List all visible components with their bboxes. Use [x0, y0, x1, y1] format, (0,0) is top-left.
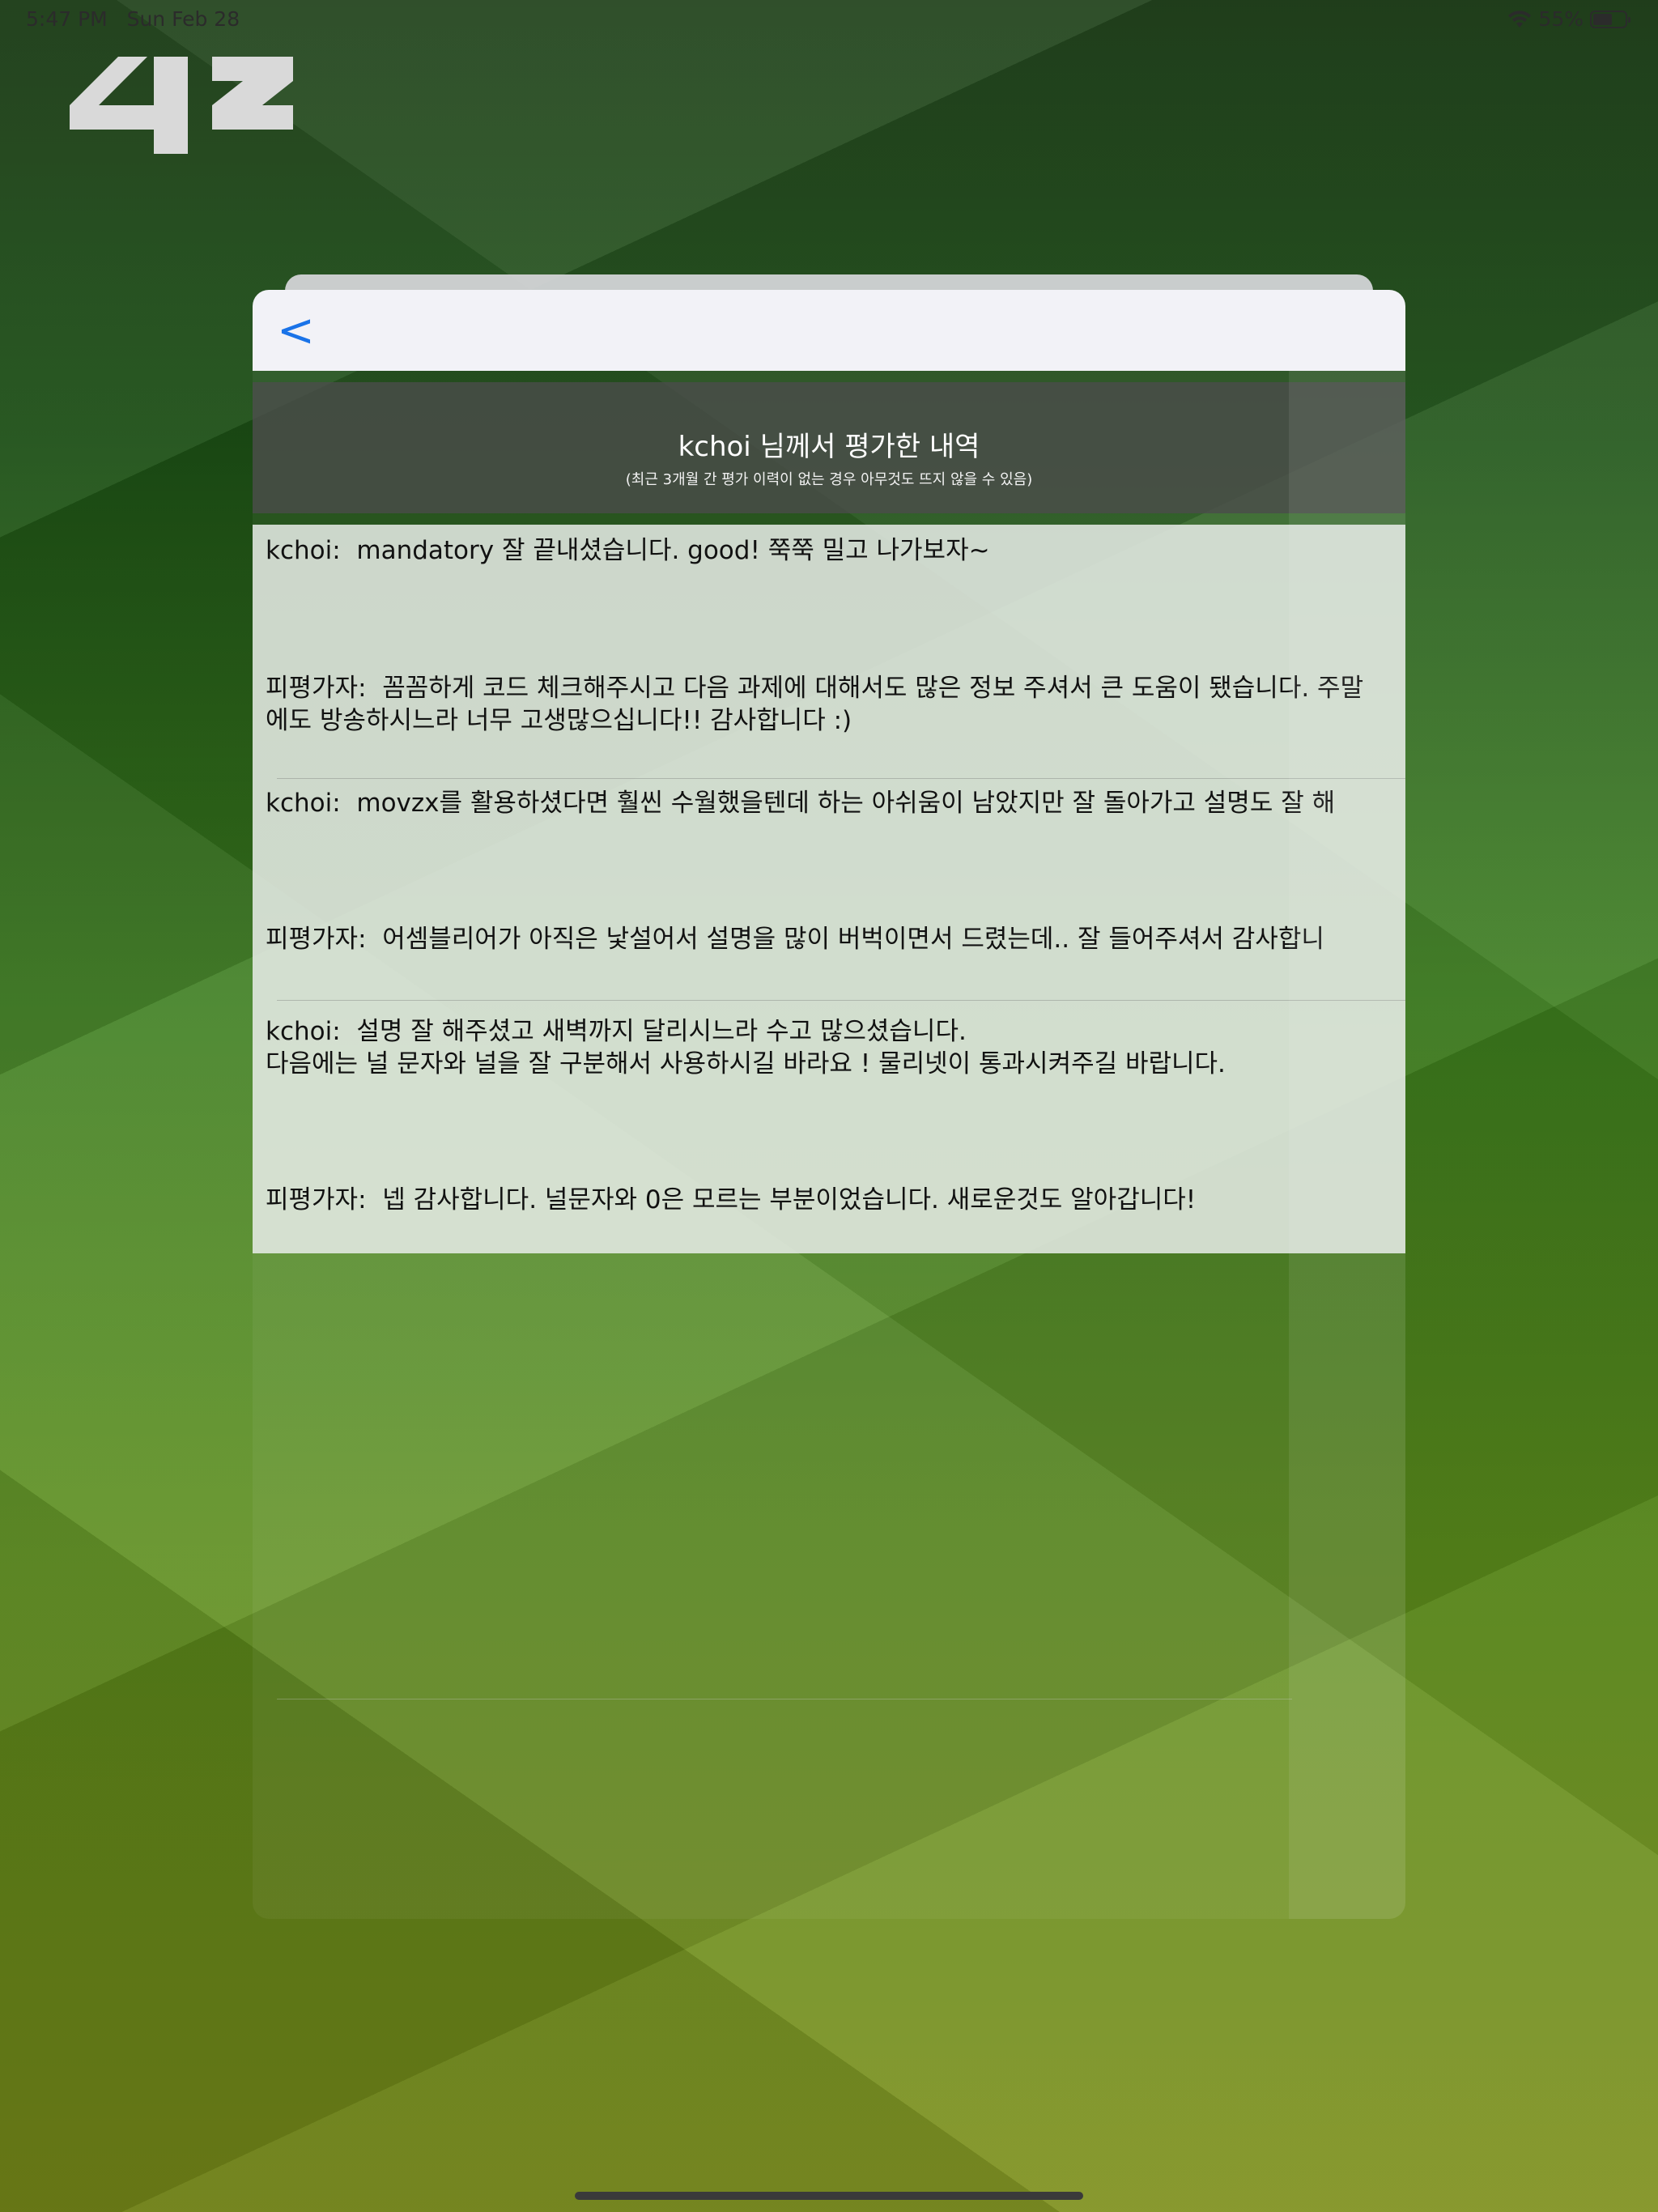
card-side-strip	[1289, 371, 1405, 1919]
header-band: kchoi 님께서 평가한 내역 (최근 3개월 간 평가 이력이 없는 경우 …	[253, 382, 1405, 513]
nav-bar: <	[253, 290, 1405, 371]
status-date: Sun Feb 28	[126, 7, 240, 31]
evaluation-list[interactable]: kchoi: mandatory 잘 끝내셨습니다. good! 쭉쭉 밀고 나…	[253, 525, 1405, 1253]
logo-42: 42	[70, 57, 293, 154]
page-subtitle: (최근 3개월 간 평가 이력이 없는 경우 아무것도 뜨지 않을 수 있음)	[625, 471, 1033, 488]
evaluation-card: < kchoi 님께서 평가한 내역 (최근 3개월 간 평가 이력이 없는 경…	[253, 290, 1405, 1919]
wifi-icon	[1508, 10, 1532, 28]
back-button[interactable]: <	[277, 304, 315, 357]
status-clock: 5:47 PM	[26, 7, 108, 31]
evaluation-row[interactable]: kchoi: mandatory 잘 끝내셨습니다. good! 쭉쭉 밀고 나…	[253, 525, 1405, 779]
page-title: kchoi 님께서 평가한 내역	[678, 431, 980, 463]
evaluatee-comment: 피평가자: 넵 감사합니다. 널문자와 0은 모르는 부분이었습니다. 새로운것…	[266, 1185, 1197, 1214]
evaluator-comment: kchoi: 설명 잘 해주셨고 새벽까지 달리시느라 수고 많으셨습니다. 다…	[266, 1017, 1226, 1078]
evaluatee-comment: 피평가자: 꼼꼼하게 코드 체크해주시고 다음 과제에 대해서도 많은 정보 주…	[266, 674, 1364, 735]
evaluator-comment: kchoi: movzx를 활용하셨다면 훨씬 수월했을텐데 하는 아쉬움이 남…	[266, 789, 1336, 818]
evaluation-row[interactable]: kchoi: 설명 잘 해주셨고 새벽까지 달리시느라 수고 많으셨습니다. 다…	[253, 1001, 1405, 1253]
battery-icon	[1590, 10, 1630, 28]
status-right: 55%	[1507, 7, 1630, 31]
evaluation-row[interactable]: kchoi: movzx를 활용하셨다면 훨씬 수월했을텐데 하는 아쉬움이 남…	[253, 779, 1405, 1001]
status-bar: 5:47 PM Sun Feb 28 55%	[0, 0, 1658, 37]
card-body: kchoi 님께서 평가한 내역 (최근 3개월 간 평가 이력이 없는 경우 …	[253, 371, 1405, 1919]
evaluatee-comment: 피평가자: 어셈블리어가 아직은 낯설어서 설명을 많이 버벅이면서 드렸는데.…	[266, 925, 1324, 954]
battery-percent: 55%	[1538, 7, 1584, 31]
home-indicator[interactable]	[575, 2192, 1083, 2200]
evaluator-comment: kchoi: mandatory 잘 끝내셨습니다. good! 쭉쭉 밀고 나…	[266, 536, 990, 565]
status-time: 5:47 PM Sun Feb 28	[26, 7, 240, 31]
